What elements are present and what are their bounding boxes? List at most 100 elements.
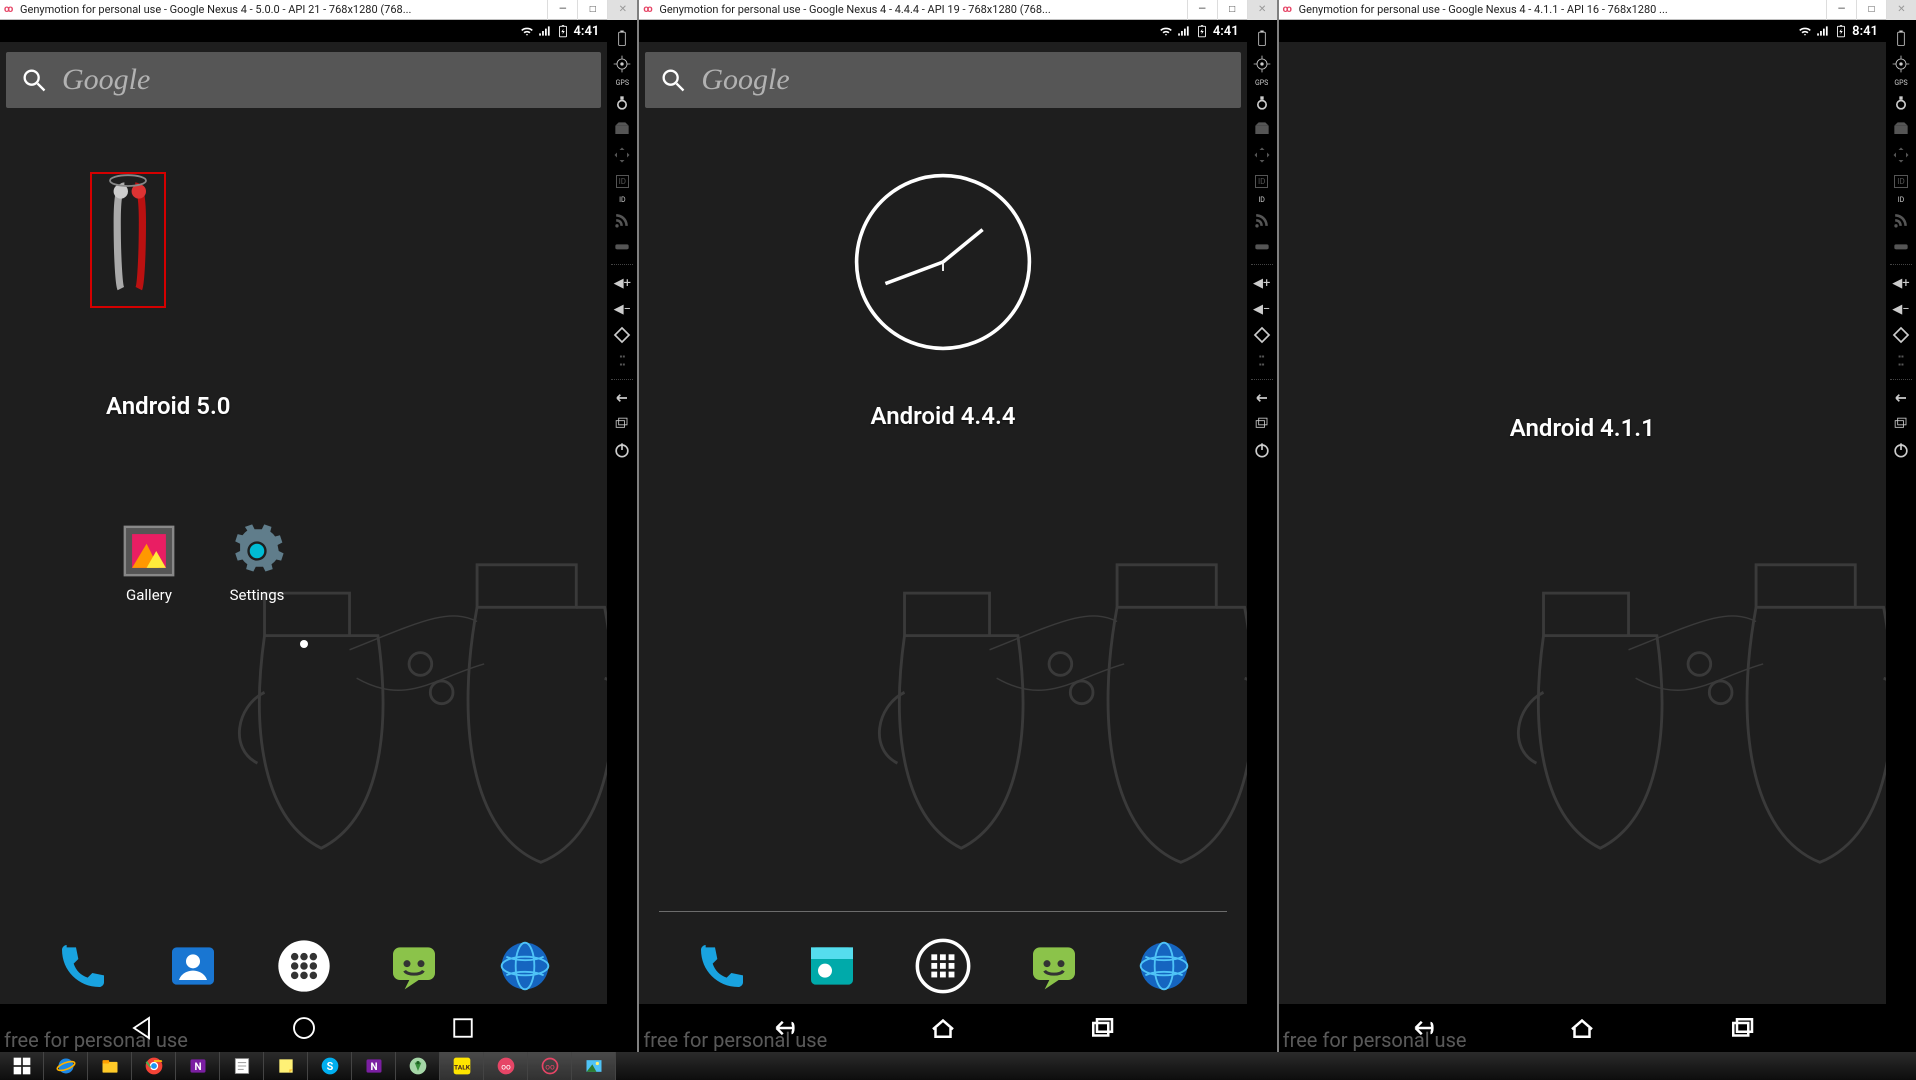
taskbar-geny2[interactable]: oo: [528, 1052, 572, 1080]
messaging-app[interactable]: [386, 938, 442, 994]
rss-icon[interactable]: [612, 210, 632, 230]
taskbar-kakao[interactable]: TALK: [440, 1052, 484, 1080]
android-statusbar[interactable]: 8:41: [1279, 20, 1886, 42]
minimize-button[interactable]: —: [547, 0, 577, 20]
camera-icon[interactable]: [1252, 93, 1272, 113]
battery-icon[interactable]: [612, 28, 632, 48]
minimize-button[interactable]: —: [1187, 0, 1217, 20]
taskbar-ie[interactable]: [44, 1052, 88, 1080]
messaging-app[interactable]: [1026, 938, 1082, 994]
id-icon[interactable]: ID: [1891, 171, 1911, 191]
nav-recents-button[interactable]: [448, 1013, 478, 1043]
close-button[interactable]: ✕: [1247, 0, 1277, 20]
nav-recents-button[interactable]: [1087, 1013, 1117, 1043]
power-icon[interactable]: [1891, 440, 1911, 460]
volume-up-icon[interactable]: ◀+: [1891, 273, 1911, 293]
google-search-widget[interactable]: Google: [6, 52, 601, 108]
phone-app[interactable]: [694, 938, 750, 994]
back-nav-icon[interactable]: [1891, 388, 1911, 408]
taskbar-androidstudio[interactable]: [396, 1052, 440, 1080]
window-titlebar[interactable]: oo Genymotion for personal use - Google …: [0, 0, 637, 20]
nav-home-button[interactable]: [289, 1013, 319, 1043]
browser-app[interactable]: [1136, 938, 1192, 994]
camera-icon[interactable]: [612, 93, 632, 113]
power-icon[interactable]: [1252, 440, 1272, 460]
recent-nav-icon[interactable]: [612, 414, 632, 434]
taskbar-geny1[interactable]: oo: [484, 1052, 528, 1080]
recent-nav-icon[interactable]: [1891, 414, 1911, 434]
minimize-button[interactable]: —: [1826, 0, 1856, 20]
rss-icon[interactable]: [1891, 210, 1911, 230]
id-icon[interactable]: ID: [612, 171, 632, 191]
move-icon[interactable]: [612, 145, 632, 165]
rotate-icon[interactable]: [1252, 325, 1272, 345]
gallery-app[interactable]: Gallery: [120, 522, 178, 604]
nav-back-button[interactable]: [769, 1013, 799, 1043]
taskbar-skype[interactable]: S: [308, 1052, 352, 1080]
nav-home-button[interactable]: [1567, 1013, 1597, 1043]
capture-icon[interactable]: [1252, 119, 1272, 139]
rss-icon[interactable]: [1252, 210, 1272, 230]
taskbar-onenote[interactable]: N: [176, 1052, 220, 1080]
volume-up-icon[interactable]: ◀+: [612, 273, 632, 293]
volume-down-icon[interactable]: ◀−: [1252, 299, 1272, 319]
sms-icon[interactable]: [1252, 236, 1272, 256]
android-statusbar[interactable]: 4:41: [0, 20, 607, 42]
move-icon[interactable]: [1891, 145, 1911, 165]
camera-icon[interactable]: [1891, 93, 1911, 113]
pixel-icon[interactable]: ▪▪▪▪: [1252, 351, 1272, 371]
google-search-widget[interactable]: Google: [645, 52, 1240, 108]
maximize-button[interactable]: □: [577, 0, 607, 20]
settings-app[interactable]: Settings: [228, 522, 286, 604]
home-screen[interactable]: Google Android 5.0 Gallery: [0, 42, 607, 1052]
gps-icon[interactable]: [612, 54, 632, 74]
apps-drawer-button[interactable]: [276, 938, 332, 994]
recent-nav-icon[interactable]: [1252, 414, 1272, 434]
apps-drawer-button[interactable]: [915, 938, 971, 994]
taskbar-start[interactable]: [0, 1052, 44, 1080]
pixel-icon[interactable]: ▪▪▪▪: [612, 351, 632, 371]
android-statusbar[interactable]: 4:41: [639, 20, 1246, 42]
battery-icon[interactable]: [1252, 28, 1272, 48]
contacts-app[interactable]: [804, 938, 860, 994]
windows-taskbar[interactable]: NSNTALKoooo: [0, 1052, 1916, 1080]
window-titlebar[interactable]: oo Genymotion for personal use - Google …: [1279, 0, 1916, 20]
maximize-button[interactable]: □: [1856, 0, 1886, 20]
capture-icon[interactable]: [612, 119, 632, 139]
phone-app[interactable]: [55, 938, 111, 994]
taskbar-sticky[interactable]: [264, 1052, 308, 1080]
gps-icon[interactable]: [1891, 54, 1911, 74]
taskbar-chrome[interactable]: [132, 1052, 176, 1080]
phone-screen[interactable]: 4:41 Google: [639, 20, 1246, 1052]
analog-clock-widget[interactable]: [853, 172, 1033, 352]
rotate-icon[interactable]: [612, 325, 632, 345]
taskbar-photos[interactable]: [572, 1052, 616, 1080]
taskbar-n2[interactable]: N: [352, 1052, 396, 1080]
rotate-icon[interactable]: [1891, 325, 1911, 345]
contacts-app[interactable]: [165, 938, 221, 994]
maximize-button[interactable]: □: [1217, 0, 1247, 20]
capture-icon[interactable]: [1891, 119, 1911, 139]
move-icon[interactable]: [1252, 145, 1272, 165]
nav-back-button[interactable]: [1408, 1013, 1438, 1043]
taskbar-explorer[interactable]: [88, 1052, 132, 1080]
taskbar-notepad[interactable]: [220, 1052, 264, 1080]
volume-down-icon[interactable]: ◀−: [1891, 299, 1911, 319]
phone-screen[interactable]: 8:41 Android 4.1.1: [1279, 20, 1886, 1052]
nav-recents-button[interactable]: [1727, 1013, 1757, 1043]
close-button[interactable]: ✕: [607, 0, 637, 20]
volume-down-icon[interactable]: ◀−: [612, 299, 632, 319]
back-nav-icon[interactable]: [1252, 388, 1272, 408]
sms-icon[interactable]: [612, 236, 632, 256]
power-icon[interactable]: [612, 440, 632, 460]
sms-icon[interactable]: [1891, 236, 1911, 256]
gps-icon[interactable]: [1252, 54, 1272, 74]
window-titlebar[interactable]: oo Genymotion for personal use - Google …: [639, 0, 1276, 20]
pixel-icon[interactable]: ▪▪▪▪: [1891, 351, 1911, 371]
battery-icon[interactable]: [1891, 28, 1911, 48]
home-screen[interactable]: Google Android 4.4.4: [639, 42, 1246, 1052]
close-button[interactable]: ✕: [1886, 0, 1916, 20]
nav-back-button[interactable]: [129, 1013, 159, 1043]
back-nav-icon[interactable]: [612, 388, 632, 408]
nav-home-button[interactable]: [928, 1013, 958, 1043]
